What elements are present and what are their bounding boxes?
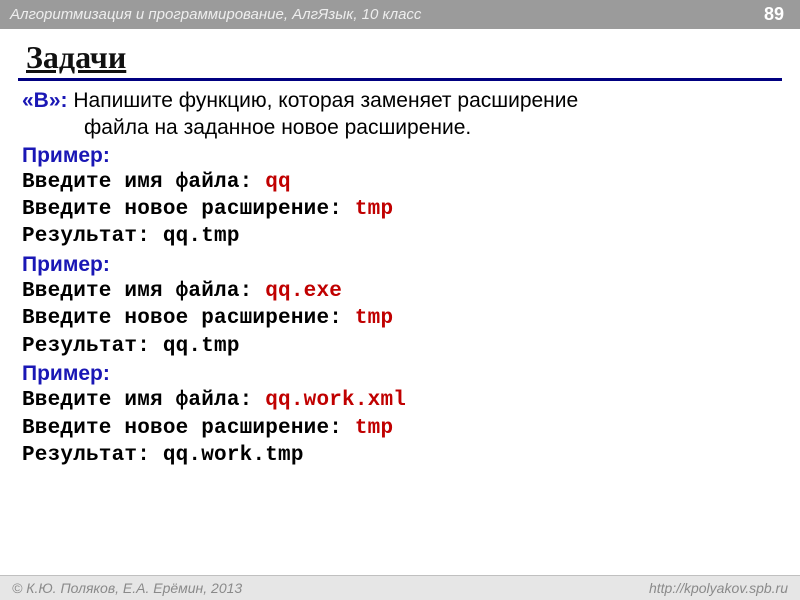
colon: : bbox=[103, 253, 110, 276]
copyright-text: © К.Ю. Поляков, Е.А. Ерёмин, 2013 bbox=[12, 580, 242, 596]
footer-url: http://kpolyakov.spb.ru bbox=[649, 580, 788, 596]
page-number: 89 bbox=[764, 4, 784, 25]
filename-line: Введите имя файла: qq.work.xml bbox=[22, 387, 778, 414]
example-label: Пример bbox=[22, 144, 103, 167]
colon: : bbox=[103, 144, 110, 167]
filename-prompt: Введите имя файла: bbox=[22, 389, 265, 412]
result-line: Результат: qq.tmp bbox=[22, 333, 778, 360]
header-bar: Алгоритмизация и программирование, АлгЯз… bbox=[0, 0, 800, 29]
result-prompt: Результат: bbox=[22, 444, 163, 467]
slide: Алгоритмизация и программирование, АлгЯз… bbox=[0, 0, 800, 600]
filename-prompt: Введите имя файла: bbox=[22, 280, 265, 303]
level-label: «B»: bbox=[22, 89, 68, 112]
result-line: Результат: qq.work.tmp bbox=[22, 442, 778, 469]
content: «B»: Напишите функцию, которая заменяет … bbox=[22, 87, 778, 469]
ext-prompt: Введите новое расширение: bbox=[22, 307, 355, 330]
example-label: Пример bbox=[22, 362, 103, 385]
task-line2: файла на заданное новое расширение. bbox=[84, 114, 778, 141]
ext-input: tmp bbox=[355, 307, 393, 330]
task-line1: Напишите функцию, которая заменяет расши… bbox=[68, 89, 579, 112]
page-title: Задачи bbox=[26, 39, 126, 75]
task-description: «B»: Напишите функцию, которая заменяет … bbox=[22, 87, 778, 142]
result-value: qq.tmp bbox=[163, 225, 240, 248]
example-label: Пример bbox=[22, 253, 103, 276]
example-block: Пример: Введите имя файла: qq Введите но… bbox=[22, 142, 778, 251]
result-value: qq.tmp bbox=[163, 335, 240, 358]
result-prompt: Результат: bbox=[22, 225, 163, 248]
ext-line: Введите новое расширение: tmp bbox=[22, 196, 778, 223]
ext-line: Введите новое расширение: tmp bbox=[22, 305, 778, 332]
filename-input: qq.work.xml bbox=[265, 389, 406, 412]
ext-input: tmp bbox=[355, 417, 393, 440]
footer-bar: © К.Ю. Поляков, Е.А. Ерёмин, 2013 http:/… bbox=[0, 575, 800, 600]
result-prompt: Результат: bbox=[22, 335, 163, 358]
filename-prompt: Введите имя файла: bbox=[22, 171, 265, 194]
example-block: Пример: Введите имя файла: qq.exe Введит… bbox=[22, 251, 778, 360]
ext-input: tmp bbox=[355, 198, 393, 221]
ext-prompt: Введите новое расширение: bbox=[22, 198, 355, 221]
filename-input: qq.exe bbox=[265, 280, 342, 303]
header-title: Алгоритмизация и программирование, АлгЯз… bbox=[10, 6, 421, 23]
colon: : bbox=[103, 362, 110, 385]
filename-line: Введите имя файла: qq bbox=[22, 169, 778, 196]
filename-line: Введите имя файла: qq.exe bbox=[22, 278, 778, 305]
title-row: Задачи bbox=[18, 39, 782, 81]
ext-prompt: Введите новое расширение: bbox=[22, 417, 355, 440]
filename-input: qq bbox=[265, 171, 291, 194]
result-line: Результат: qq.tmp bbox=[22, 223, 778, 250]
example-block: Пример: Введите имя файла: qq.work.xml В… bbox=[22, 360, 778, 469]
ext-line: Введите новое расширение: tmp bbox=[22, 415, 778, 442]
result-value: qq.work.tmp bbox=[163, 444, 304, 467]
